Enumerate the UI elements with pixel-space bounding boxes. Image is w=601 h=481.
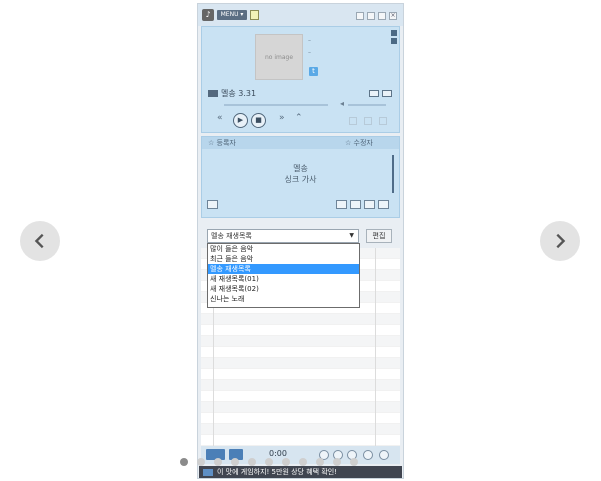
eject-button[interactable]: ⌃ — [295, 113, 303, 123]
volume-slider[interactable] — [348, 104, 386, 106]
elapsed-time: 0:00 — [269, 449, 287, 458]
time-display: 멜송 3.31 — [208, 88, 256, 99]
skin-icon[interactable] — [367, 12, 375, 20]
carousel-dot[interactable] — [350, 458, 358, 466]
playlist-dropdown: 많이 들은 음악 최근 들은 음악 멜송 재생목록 새 재생목록(01) 새 재… — [207, 243, 360, 308]
pin-icon[interactable] — [356, 12, 364, 20]
dropdown-caret-icon: ▼ — [349, 232, 354, 239]
carousel-dot[interactable] — [333, 458, 341, 466]
lyrics-option-icon[interactable] — [336, 200, 347, 209]
previous-arrow-button[interactable] — [20, 221, 60, 261]
carousel-dot[interactable] — [214, 458, 222, 466]
next-arrow-button[interactable] — [540, 221, 580, 261]
screenshot-stage: ♪ MENU ▾ × no image – – t 멜송 3.31 ◂ « ▶ … — [0, 0, 601, 481]
playlist-select-value: 멜송 재생목록 — [211, 232, 252, 240]
playlist-option[interactable]: 최근 들은 음악 — [208, 254, 359, 264]
table-row[interactable] — [201, 402, 400, 413]
table-row[interactable] — [201, 424, 400, 435]
close-icon[interactable]: × — [389, 12, 397, 20]
track-title: – — [308, 37, 311, 44]
table-row[interactable] — [201, 369, 400, 380]
carousel-dot[interactable] — [282, 458, 290, 466]
lyrics-panel: ☆ 등록자 ☆ 수정자 멜송 싱크 가사 — [201, 136, 400, 218]
table-row[interactable] — [201, 325, 400, 336]
stop-button[interactable]: ■ — [251, 113, 266, 128]
menu-button[interactable]: MENU ▾ — [217, 10, 247, 20]
option-icon[interactable] — [379, 117, 387, 125]
carousel-dot[interactable] — [231, 458, 239, 466]
shuffle-icon[interactable] — [382, 90, 392, 97]
ad-icon — [203, 468, 213, 476]
album-cover: no image — [255, 34, 303, 80]
column-divider — [375, 248, 376, 446]
chevron-left-icon — [34, 233, 44, 249]
lyrics-line: 멜송 — [293, 164, 308, 173]
carousel-dot[interactable] — [299, 458, 307, 466]
playlist-option[interactable]: 새 재생목록(02) — [208, 284, 359, 294]
equalizer-icon — [208, 90, 218, 97]
playlist-option[interactable]: 새 재생목록(01) — [208, 274, 359, 284]
edit-playlist-button[interactable]: 편집 — [366, 229, 392, 243]
table-row[interactable] — [201, 314, 400, 325]
side-option-icon[interactable] — [391, 38, 397, 44]
carousel-dots — [180, 458, 358, 466]
people-icon[interactable] — [363, 450, 373, 460]
carousel-dot[interactable] — [265, 458, 273, 466]
now-playing-panel: no image – – t 멜송 3.31 ◂ « ▶ ■ » ⌃ — [201, 26, 400, 133]
app-logo-icon: ♪ — [202, 9, 214, 21]
carousel-dot[interactable] — [197, 458, 205, 466]
lyrics-option-icon[interactable] — [350, 200, 361, 209]
carousel-dot[interactable] — [248, 458, 256, 466]
table-row[interactable] — [201, 358, 400, 369]
lyrics-header: ☆ 등록자 ☆ 수정자 — [202, 137, 399, 149]
search-icon[interactable] — [379, 450, 389, 460]
lyrics-scrollbar[interactable] — [392, 155, 394, 193]
fast-forward-button[interactable]: » — [279, 113, 285, 123]
playlist-select[interactable]: 멜송 재생목록 ▼ — [207, 229, 359, 243]
music-player-window: ♪ MENU ▾ × no image – – t 멜송 3.31 ◂ « ▶ … — [197, 3, 404, 479]
time-text: 멜송 3.31 — [221, 89, 257, 98]
volume-icon[interactable]: ◂ — [340, 99, 344, 108]
lyrics-toggle-icon[interactable] — [207, 200, 218, 209]
player-topbar: ♪ MENU ▾ × — [198, 4, 403, 26]
carousel-dot[interactable] — [316, 458, 324, 466]
seek-bar[interactable] — [224, 104, 328, 106]
table-row[interactable] — [201, 380, 400, 391]
table-row[interactable] — [201, 336, 400, 347]
table-row[interactable] — [201, 347, 400, 358]
lyrics-registrant-label[interactable]: ☆ 등록자 — [208, 138, 236, 148]
chevron-right-icon — [556, 233, 566, 249]
track-artist: – — [308, 49, 311, 56]
ad-text: 이 맛에 게임하지! 5만원 상당 혜택 확인! — [217, 468, 338, 476]
mini-mode-button[interactable] — [250, 10, 259, 20]
carousel-dot[interactable] — [180, 458, 188, 466]
ad-banner[interactable]: 이 맛에 게임하지! 5만원 상당 혜택 확인! — [199, 466, 402, 478]
playlist-option[interactable]: 신나는 노래 — [208, 294, 359, 304]
playlist-option-selected[interactable]: 멜송 재생목록 — [208, 264, 359, 274]
play-button[interactable]: ▶ — [233, 113, 248, 128]
table-row[interactable] — [201, 413, 400, 424]
twitter-icon[interactable]: t — [309, 67, 318, 76]
playlist-option[interactable]: 많이 들은 음악 — [208, 244, 359, 254]
minimize-icon[interactable] — [378, 12, 386, 20]
lyrics-option-icon[interactable] — [364, 200, 375, 209]
table-row[interactable] — [201, 391, 400, 402]
lyrics-editor-label[interactable]: ☆ 수정자 — [345, 138, 373, 148]
rewind-button[interactable]: « — [217, 113, 223, 123]
repeat-icon[interactable] — [369, 90, 379, 97]
option-icon[interactable] — [349, 117, 357, 125]
lyrics-option-icon[interactable] — [378, 200, 389, 209]
lyrics-line: 싱크 가사 — [284, 175, 317, 184]
option-icon[interactable] — [364, 117, 372, 125]
table-row[interactable] — [201, 435, 400, 446]
side-option-icon[interactable] — [391, 30, 397, 36]
